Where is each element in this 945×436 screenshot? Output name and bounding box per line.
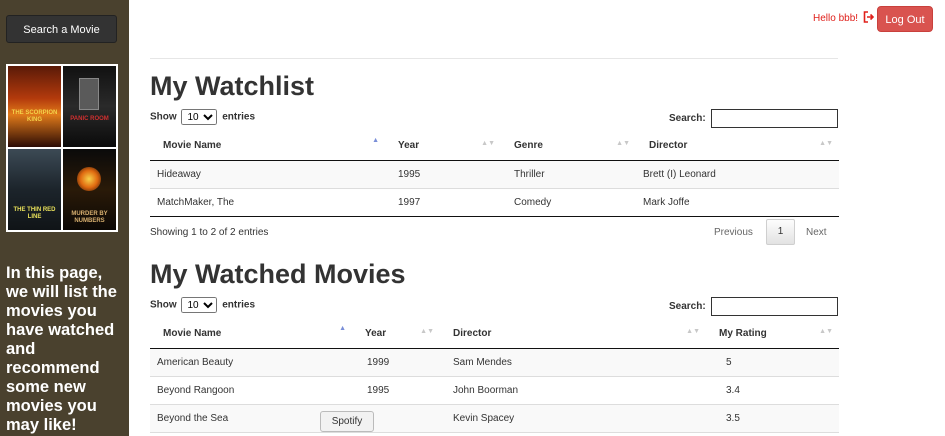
cell-my-rating: 5 bbox=[706, 348, 839, 377]
watchlist-table: Movie Name ▲ Year ▲▼ Genre ▲▼ Director ▲▼ Hi… bbox=[150, 131, 839, 217]
table-row[interactable]: Beyond the Sea Kevin Spacey 3.5 bbox=[150, 404, 839, 433]
watched-search-input[interactable] bbox=[711, 297, 838, 316]
poster-murder-by-numbers: MURDER BY NUMBERS bbox=[63, 149, 116, 230]
poster-scorpion-king: THE SCORPION KING bbox=[8, 66, 61, 147]
poster-title: THE SCORPION KING bbox=[11, 110, 58, 123]
search-movie-button[interactable]: Search a Movie bbox=[6, 15, 117, 43]
entries-label: entries bbox=[222, 111, 256, 123]
sort-icon: ▲▼ bbox=[481, 140, 495, 147]
watchlist-info: Showing 1 to 2 of 2 entries bbox=[150, 227, 269, 238]
cell-genre: Comedy bbox=[501, 188, 636, 217]
entries-label: entries bbox=[222, 299, 256, 311]
column-header-my-rating[interactable]: My Rating ▲▼ bbox=[706, 319, 839, 349]
column-header-director[interactable]: Director ▲▼ bbox=[636, 131, 839, 161]
column-label: Movie Name bbox=[163, 328, 222, 339]
cell-movie-name: Beyond Rangoon bbox=[150, 376, 352, 405]
cell-year: 1995 bbox=[352, 376, 440, 405]
cell-genre: Thriller bbox=[501, 160, 636, 189]
poster-art bbox=[79, 78, 99, 110]
table-header-row: Movie Name ▲ Year ▲▼ Director ▲▼ My Rating ▲… bbox=[150, 319, 839, 349]
cell-year: 1999 bbox=[352, 348, 440, 377]
pagination-next[interactable]: Next bbox=[806, 227, 827, 238]
column-header-director[interactable]: Director ▲▼ bbox=[440, 319, 706, 349]
cell-director: Brett (I) Leonard bbox=[636, 160, 839, 189]
cell-director: Sam Mendes bbox=[440, 348, 706, 377]
poster-collage: THE SCORPION KING PANIC ROOM THE THIN RE… bbox=[6, 64, 118, 232]
poster-panic-room: PANIC ROOM bbox=[63, 66, 116, 147]
table-header-row: Movie Name ▲ Year ▲▼ Genre ▲▼ Director ▲▼ bbox=[150, 131, 839, 161]
cell-year: 1995 bbox=[385, 160, 501, 189]
pagination-previous[interactable]: Previous bbox=[714, 227, 753, 238]
sidebar-description: In this page, we will list the movies yo… bbox=[6, 264, 117, 434]
table-row[interactable]: American Beauty 1999 Sam Mendes 5 bbox=[150, 348, 839, 377]
sort-icon: ▲▼ bbox=[819, 328, 833, 335]
column-header-movie-name[interactable]: Movie Name ▲ bbox=[150, 131, 385, 161]
sort-icon: ▲▼ bbox=[819, 140, 833, 147]
poster-art bbox=[77, 167, 101, 191]
show-label: Show bbox=[150, 299, 177, 311]
column-header-year[interactable]: Year ▲▼ bbox=[352, 319, 440, 349]
divider bbox=[150, 58, 838, 59]
sort-icon: ▲▼ bbox=[686, 328, 700, 335]
cell-my-rating: 3.5 bbox=[706, 404, 839, 433]
greeting-text: Hello bbb! bbox=[813, 13, 859, 24]
sort-icon: ▲▼ bbox=[420, 328, 434, 335]
logout-button[interactable]: Log Out bbox=[877, 6, 933, 32]
table-row[interactable]: Hideaway 1995 Thriller Brett (I) Leonard bbox=[150, 160, 839, 189]
watched-table: Movie Name ▲ Year ▲▼ Director ▲▼ My Rating ▲… bbox=[150, 319, 839, 433]
column-label: My Rating bbox=[719, 328, 767, 339]
cell-movie-name: American Beauty bbox=[150, 348, 352, 377]
spotify-tooltip: Spotify bbox=[320, 411, 374, 432]
poster-title: THE THIN RED LINE bbox=[13, 207, 56, 220]
column-label: Director bbox=[453, 328, 492, 339]
cell-director: Kevin Spacey bbox=[440, 404, 706, 433]
cell-year: 1997 bbox=[385, 188, 501, 217]
cell-movie-name: Hideaway bbox=[150, 160, 385, 189]
cell-director: John Boorman bbox=[440, 376, 706, 405]
cell-director: Mark Joffe bbox=[636, 188, 839, 217]
column-header-year[interactable]: Year ▲▼ bbox=[385, 131, 501, 161]
sort-icon: ▲▼ bbox=[616, 140, 630, 147]
sign-out-icon bbox=[863, 11, 875, 23]
poster-thin-red-line: THE THIN RED LINE bbox=[8, 149, 61, 230]
watchlist-page-length-select[interactable]: 10 bbox=[181, 109, 218, 125]
column-header-genre[interactable]: Genre ▲▼ bbox=[501, 131, 636, 161]
watchlist-title: My Watchlist bbox=[150, 71, 315, 101]
watched-page-length-select[interactable]: 10 bbox=[181, 297, 218, 313]
show-label: Show bbox=[150, 111, 177, 123]
watchlist-search-input[interactable] bbox=[711, 109, 838, 128]
column-header-movie-name[interactable]: Movie Name ▲ bbox=[150, 319, 352, 349]
watched-title: My Watched Movies bbox=[150, 259, 406, 289]
sort-asc-icon: ▲ bbox=[339, 325, 346, 332]
sort-asc-icon: ▲ bbox=[372, 137, 379, 144]
table-row[interactable]: MatchMaker, The 1997 Comedy Mark Joffe bbox=[150, 188, 839, 217]
watched-search-label: Search: bbox=[669, 301, 706, 312]
watchlist-search-label: Search: bbox=[669, 113, 706, 124]
column-label: Year bbox=[365, 328, 387, 339]
poster-title: MURDER BY NUMBERS bbox=[71, 211, 108, 224]
sidebar: Search a Movie THE SCORPION KING PANIC R… bbox=[0, 0, 129, 436]
cell-my-rating: 3.4 bbox=[706, 376, 839, 405]
watched-length-control: Show 10 entries bbox=[150, 297, 255, 313]
watchlist-length-control: Show 10 entries bbox=[150, 109, 255, 125]
column-label: Director bbox=[649, 140, 688, 151]
column-label: Genre bbox=[514, 140, 543, 151]
table-row[interactable]: Beyond Rangoon 1995 John Boorman 3.4 bbox=[150, 376, 839, 405]
column-label: Movie Name bbox=[163, 140, 222, 151]
cell-movie-name: MatchMaker, The bbox=[150, 188, 385, 217]
column-label: Year bbox=[398, 140, 420, 151]
poster-title: PANIC ROOM bbox=[70, 116, 109, 122]
pagination-page-1[interactable]: 1 bbox=[766, 219, 795, 245]
